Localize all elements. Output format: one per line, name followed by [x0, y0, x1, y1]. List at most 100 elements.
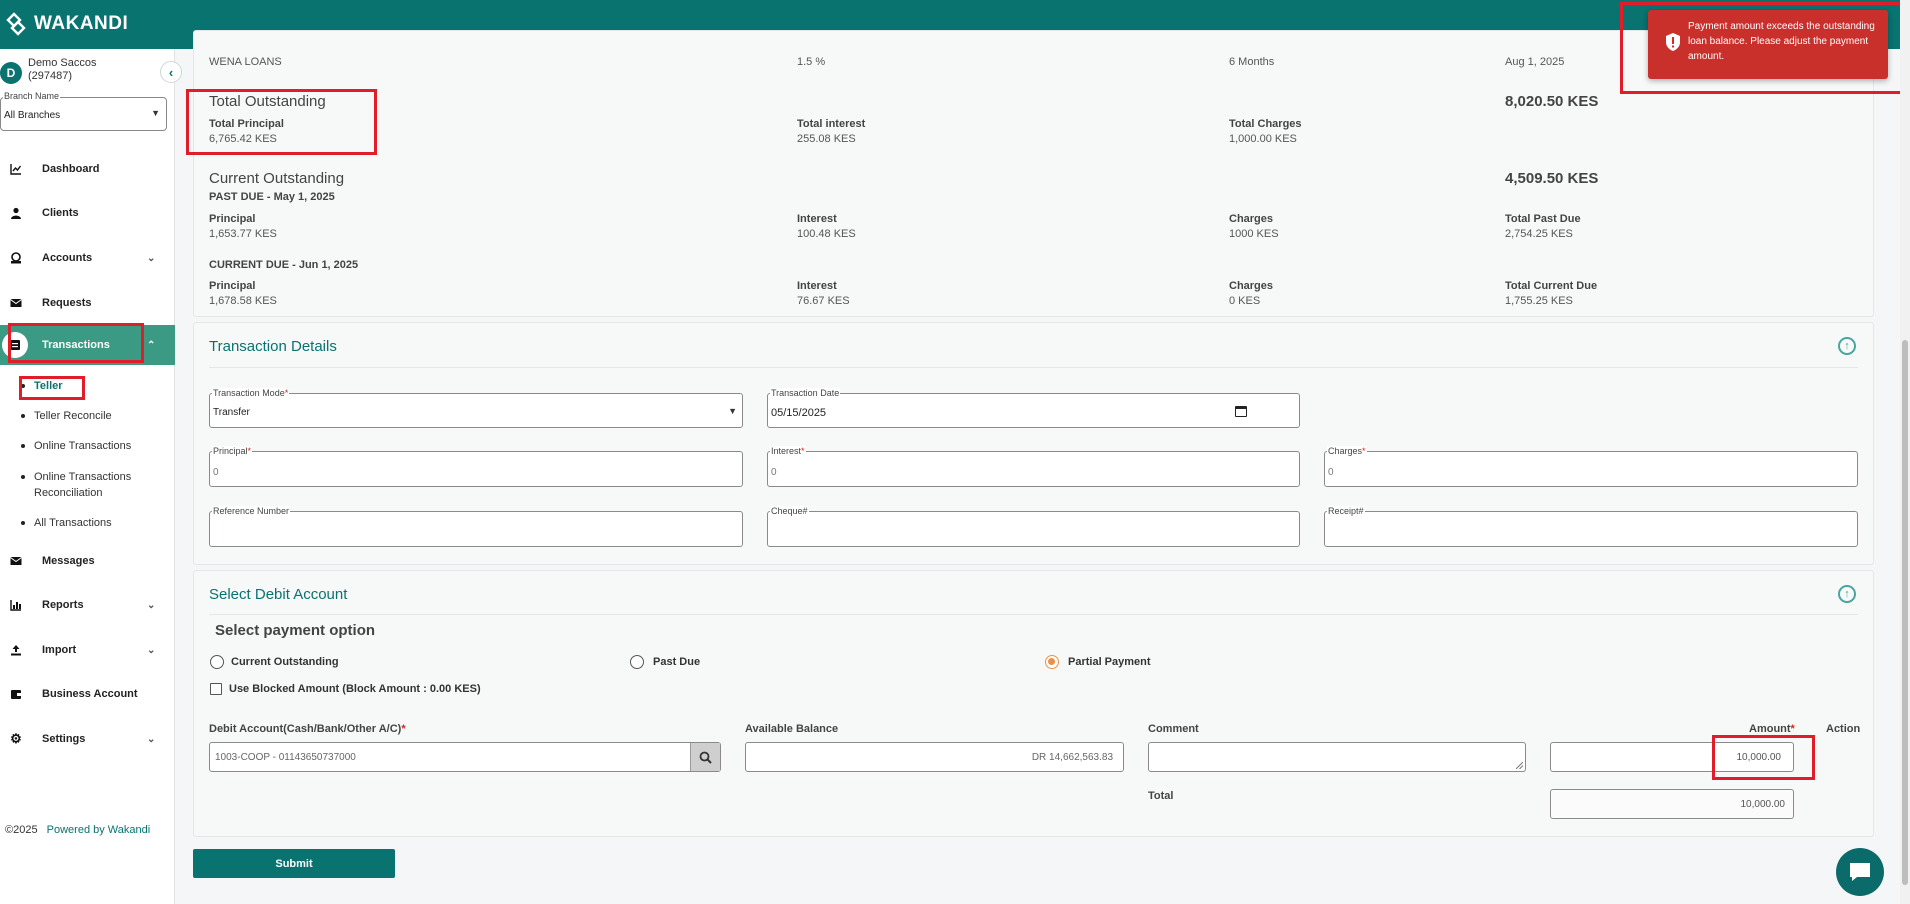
- sidebar-subitem-online-transactions[interactable]: Online Transactions: [21, 438, 172, 454]
- briefcase-icon: [10, 688, 22, 700]
- account-icon: [10, 252, 22, 264]
- comment-textarea[interactable]: [1148, 742, 1526, 772]
- scrollbar-thumb[interactable]: [1902, 340, 1908, 885]
- branch-value: All Branches: [4, 110, 61, 121]
- transaction-date-value: 05/15/2025: [771, 407, 827, 419]
- past-charges-label: Charges: [1229, 213, 1274, 225]
- chevron-down-icon: ⌄: [147, 733, 156, 745]
- past-principal-label: Principal: [209, 213, 256, 225]
- toast-message: Payment amount exceeds the outstanding l…: [1688, 21, 1875, 62]
- sidebar-subitem-teller[interactable]: Teller: [21, 378, 172, 394]
- sidebar-item-import[interactable]: Import ⌄: [0, 632, 175, 668]
- amount-input[interactable]: 10,000.00: [1550, 742, 1794, 772]
- sidebar-subitem-teller-reconcile[interactable]: Teller Reconcile: [21, 408, 172, 424]
- reference-number-input[interactable]: Reference Number: [209, 506, 743, 547]
- payment-option-title: Select payment option: [215, 622, 376, 639]
- total-outstanding-amount: 8,020.50 KES: [1505, 93, 1599, 110]
- radio-current-outstanding[interactable]: [210, 655, 224, 669]
- branch-select[interactable]: Branch Name All Branches ▼: [0, 91, 167, 131]
- chat-button[interactable]: [1836, 848, 1884, 896]
- use-blocked-amount-checkbox[interactable]: [210, 683, 222, 695]
- sidebar-item-transactions[interactable]: Transactions ⌃: [0, 325, 175, 365]
- radio-partial-payment[interactable]: [1045, 655, 1059, 669]
- sidebar-item-label: Reports: [42, 599, 84, 611]
- sidebar-subitem-all-transactions[interactable]: All Transactions: [21, 515, 172, 531]
- collapse-debit-account-icon[interactable]: ↑: [1838, 585, 1856, 603]
- current-due-heading: CURRENT DUE - Jun 1, 2025: [209, 259, 359, 271]
- cheque-input[interactable]: Cheque#: [767, 506, 1300, 547]
- cheque-label: Cheque#: [770, 506, 809, 516]
- total-interest-value: 255.08 KES: [797, 133, 856, 145]
- transaction-details-title: Transaction Details: [209, 338, 337, 355]
- submit-button[interactable]: Submit: [193, 849, 395, 878]
- total-past-due-label: Total Past Due: [1505, 213, 1581, 225]
- app-logo[interactable]: WAKANDI: [4, 12, 128, 36]
- radio-past-due[interactable]: [630, 655, 644, 669]
- divider: [209, 614, 1858, 615]
- calendar-icon[interactable]: [1235, 406, 1247, 417]
- total-principal-value: 6,765.42 KES: [209, 133, 277, 145]
- sidebar-item-dashboard[interactable]: Dashboard: [0, 151, 175, 187]
- expiry-date: Aug 1, 2025: [1505, 56, 1565, 68]
- principal-input[interactable]: Principal* 0: [209, 446, 743, 487]
- charges-input[interactable]: Charges* 0: [1324, 446, 1858, 487]
- sidebar-item-requests[interactable]: Requests: [0, 285, 175, 321]
- comment-label: Comment: [1148, 723, 1199, 735]
- loan-summary-card: [193, 30, 1874, 317]
- use-blocked-amount-label[interactable]: Use Blocked Amount (Block Amount : 0.00 …: [229, 683, 481, 695]
- collapse-transaction-details-icon[interactable]: ↑: [1838, 337, 1856, 355]
- sidebar-item-messages[interactable]: Messages: [0, 543, 175, 579]
- current-charges-value: 0 KES: [1229, 295, 1261, 307]
- debit-account-input[interactable]: 1003-COOP - 01143650737000: [209, 742, 721, 772]
- envelope-icon: [10, 555, 22, 567]
- gear-icon: ⚙: [10, 731, 22, 746]
- option-current-outstanding-label[interactable]: Current Outstanding: [231, 656, 339, 668]
- sidebar-item-label: Business Account: [42, 688, 138, 700]
- sidebar-item-settings[interactable]: ⚙ Settings ⌄: [0, 721, 175, 757]
- debit-account-title: Select Debit Account: [209, 586, 348, 603]
- wakandi-logo-icon: [6, 12, 26, 36]
- user-icon: [10, 207, 22, 219]
- amount-value: 10,000.00: [1736, 752, 1782, 763]
- past-interest-label: Interest: [797, 213, 837, 225]
- interest-input[interactable]: Interest* 0: [767, 446, 1300, 487]
- sidebar-item-accounts[interactable]: Accounts ⌄: [0, 240, 175, 276]
- sidebar-item-business-account[interactable]: Business Account: [0, 676, 175, 712]
- wallet-icon: [2, 332, 28, 358]
- powered-by-link[interactable]: Powered by Wakandi: [47, 824, 151, 836]
- sidebar-item-label: Clients: [42, 207, 79, 219]
- available-balance-label: Available Balance: [745, 723, 839, 735]
- past-interest-value: 100.48 KES: [797, 228, 856, 240]
- org-avatar: D: [0, 62, 22, 84]
- past-principal-value: 1,653.77 KES: [209, 228, 277, 240]
- chat-icon: [1850, 863, 1870, 881]
- sidebar-item-clients[interactable]: Clients: [0, 195, 175, 231]
- sidebar-item-label: Messages: [42, 555, 95, 567]
- interest-label: Interest: [771, 446, 802, 456]
- sidebar-item-reports[interactable]: Reports ⌄: [0, 587, 175, 623]
- charges-label: Charges: [1328, 446, 1363, 456]
- option-past-due-label[interactable]: Past Due: [653, 656, 700, 668]
- current-outstanding-title: Current Outstanding: [209, 170, 345, 187]
- sidebar-item-label: Requests: [42, 297, 92, 309]
- transaction-mode-select[interactable]: Transaction Mode* Transfer ▼: [209, 388, 743, 428]
- upload-icon: [10, 644, 22, 656]
- amount-label: Amount: [1749, 723, 1791, 735]
- sidebar-subitem-online-transactions-reconciliation[interactable]: Online Transactions Reconciliation: [21, 469, 142, 501]
- org-name: Demo Saccos: [28, 57, 97, 69]
- sidebar-collapse-button[interactable]: ‹: [160, 61, 182, 83]
- page-scrollbar[interactable]: [1900, 0, 1910, 904]
- reference-number-label: Reference Number: [212, 506, 291, 516]
- current-principal-value: 1,678.58 KES: [209, 295, 277, 307]
- receipt-input[interactable]: Receipt#: [1324, 506, 1858, 547]
- transaction-mode-label: Transaction Mode: [213, 388, 285, 398]
- available-balance-field: DR 14,662,563.83: [745, 742, 1124, 772]
- sidebar: D Demo Saccos (297487) ‹ Branch Name All…: [0, 49, 182, 904]
- bar-chart-icon: [10, 599, 22, 611]
- option-partial-payment-label[interactable]: Partial Payment: [1068, 656, 1151, 668]
- debit-account-search-button[interactable]: [690, 743, 720, 771]
- error-toast[interactable]: Payment amount exceeds the outstanding l…: [1648, 10, 1888, 79]
- interest-rate: 1.5 %: [797, 56, 826, 68]
- transaction-date-input[interactable]: Transaction Date 05/15/2025: [767, 388, 1300, 428]
- current-interest-label: Interest: [797, 280, 837, 292]
